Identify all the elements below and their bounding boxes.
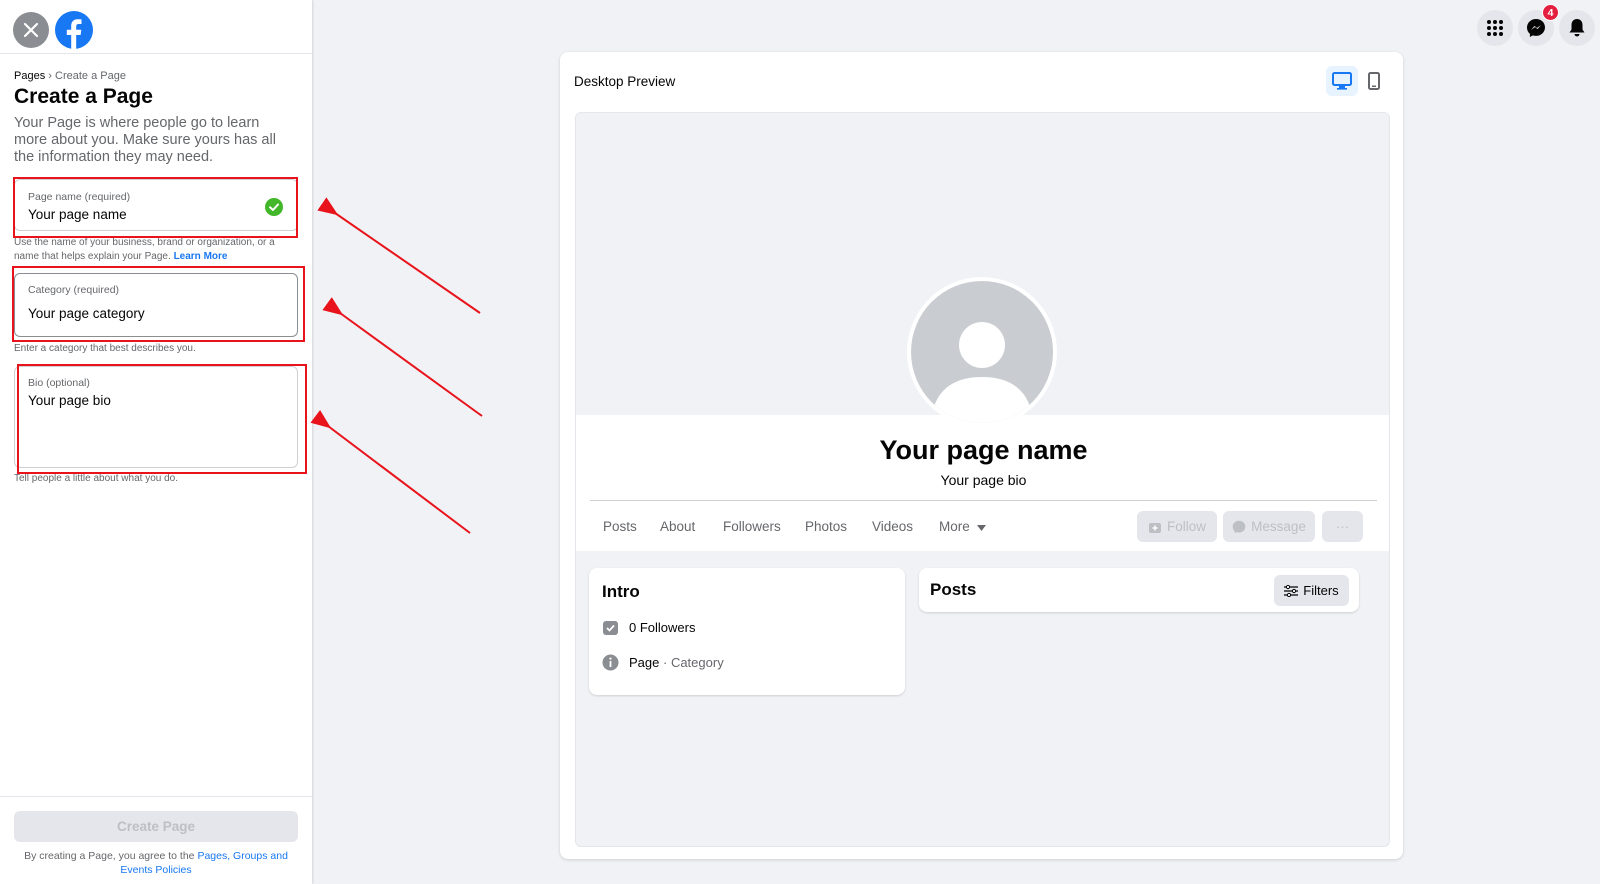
create-page-button[interactable]: Create Page — [14, 811, 298, 842]
create-page-sidebar: Pages › Create a Page Create a Page Your… — [0, 0, 312, 884]
caret-down-icon — [976, 525, 986, 531]
sidebar-header — [0, 0, 312, 54]
more-options-button[interactable]: ··· — [1322, 511, 1363, 542]
category-row: Page · Category — [602, 654, 724, 671]
preview-title: Desktop Preview — [574, 74, 676, 89]
terms-prefix: By creating a Page, you agree to the — [24, 850, 195, 862]
intro-title: Intro — [602, 582, 640, 601]
tab-followers[interactable]: Followers — [723, 519, 781, 534]
annotation-arrow-1 — [317, 197, 481, 314]
default-avatar-icon — [931, 322, 1033, 423]
terms-text: By creating a Page, you agree to the Pag… — [8, 849, 304, 877]
follow-button-label: Follow — [1166, 519, 1206, 534]
tab-more-label: More — [939, 519, 970, 534]
breadcrumb-separator: › — [48, 70, 52, 82]
posts-title: Posts — [930, 580, 977, 599]
messenger-button[interactable]: 4 — [1518, 4, 1559, 46]
breadcrumb-current: Create a Page — [55, 70, 126, 82]
message-button-label: Message — [1251, 519, 1306, 534]
category-hint: Enter a category that best describes you… — [14, 343, 196, 354]
tab-photos[interactable]: Photos — [805, 519, 847, 534]
facebook-logo-icon[interactable] — [54, 10, 94, 50]
messenger-icon — [1527, 19, 1545, 37]
profile-picture-placeholder — [907, 277, 1057, 427]
notifications-button[interactable] — [1559, 10, 1595, 46]
annotation-box-page-name — [13, 177, 298, 238]
menu-button[interactable] — [1477, 10, 1513, 46]
bio-hint: Tell people a little about what you do. — [14, 473, 178, 484]
tab-more[interactable]: More — [939, 519, 986, 534]
breadcrumb-pages-link[interactable]: Pages — [14, 70, 45, 82]
messenger-badge: 4 — [1542, 4, 1559, 21]
mobile-phone-icon — [1368, 72, 1380, 90]
desktop-monitor-icon — [1332, 72, 1352, 90]
grid-menu-icon — [1487, 20, 1503, 36]
desktop-preview-toggle[interactable] — [1326, 66, 1358, 96]
preview-page-bio: Your page bio — [940, 472, 1027, 488]
intro-card: Intro 0 Followers Page · Category — [589, 568, 905, 695]
page-type-label: Page — [629, 655, 660, 670]
posts-card: Posts Filters — [919, 568, 1359, 612]
tab-about[interactable]: About — [660, 519, 695, 534]
page-name-hint-text: Use the name of your business, brand or … — [14, 237, 275, 262]
followers-check-icon — [603, 621, 618, 635]
annotation-box-bio — [17, 364, 307, 474]
mobile-preview-toggle[interactable] — [1358, 66, 1390, 96]
filters-button[interactable]: Filters — [1274, 575, 1349, 606]
follow-icon — [1148, 522, 1161, 533]
page-preview: Your page name Your page bio Posts About… — [575, 112, 1390, 847]
learn-more-link[interactable]: Learn More — [174, 251, 228, 262]
message-button[interactable]: Message — [1223, 511, 1315, 542]
sidebar-footer: Create Page By creating a Page, you agre… — [0, 796, 312, 884]
annotation-arrow-2 — [322, 297, 483, 417]
breadcrumb: Pages › Create a Page — [14, 70, 126, 82]
annotation-arrow-3 — [310, 409, 471, 534]
preview-page-name: Your page name — [879, 435, 1088, 465]
follow-button[interactable]: Follow — [1137, 511, 1217, 542]
tab-posts[interactable]: Posts — [603, 519, 637, 534]
page-name-hint: Use the name of your business, brand or … — [14, 236, 299, 264]
filters-label: Filters — [1303, 583, 1339, 598]
followers-count: 0 Followers — [629, 620, 696, 635]
close-button[interactable] — [13, 12, 49, 48]
desktop-preview-panel: Desktop Preview Your page name Your page… — [560, 52, 1403, 859]
messenger-small-icon — [1232, 520, 1246, 533]
page-title: Create a Page — [14, 85, 153, 108]
close-icon — [23, 22, 39, 38]
header-divider — [590, 500, 1377, 501]
info-icon — [602, 654, 619, 671]
page-description: Your Page is where people go to learn mo… — [14, 115, 276, 165]
bell-icon — [1569, 19, 1585, 37]
tab-videos[interactable]: Videos — [872, 519, 913, 534]
filters-sliders-icon — [1284, 584, 1299, 597]
page-category-label: · Category — [663, 655, 724, 670]
annotation-box-category — [12, 266, 305, 342]
followers-row: 0 Followers — [602, 619, 695, 636]
